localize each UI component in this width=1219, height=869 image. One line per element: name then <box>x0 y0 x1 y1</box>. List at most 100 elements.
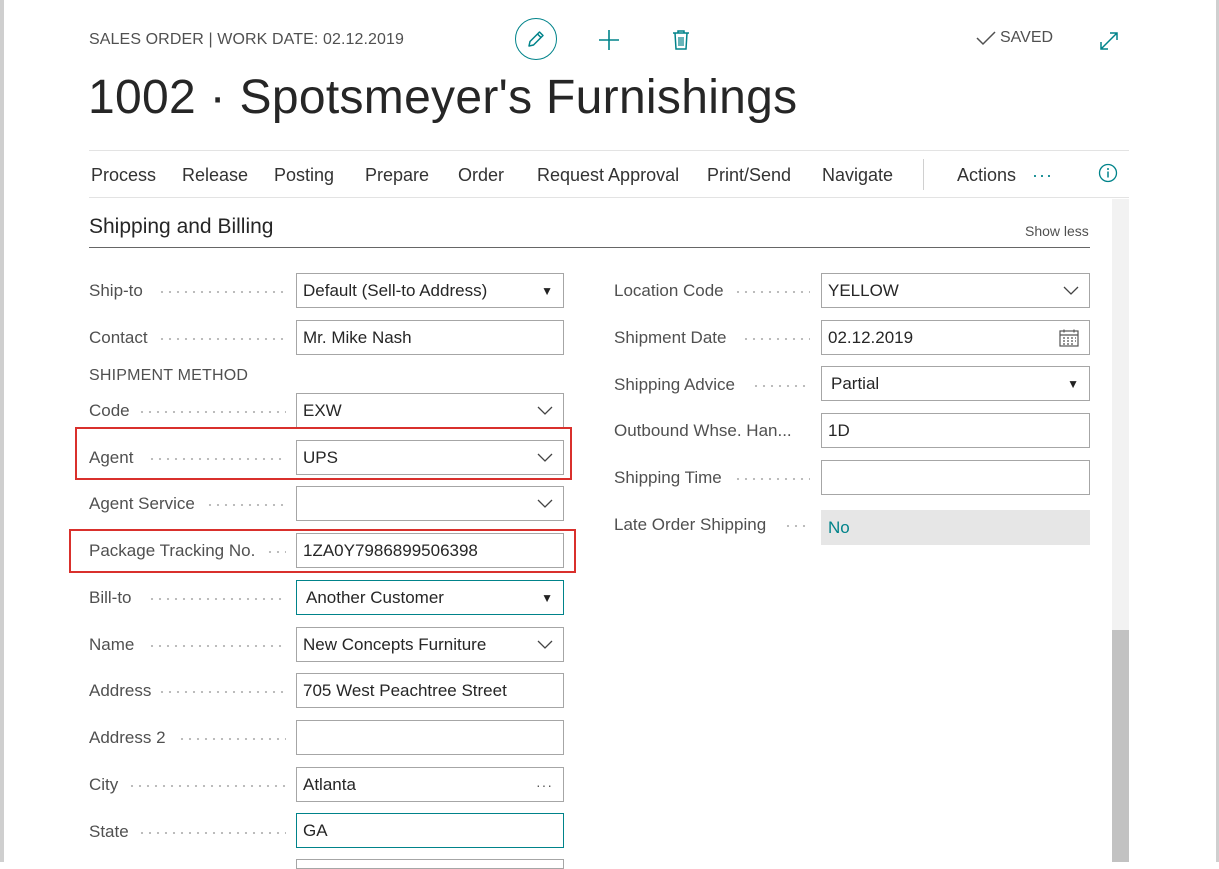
menu-process[interactable]: Process <box>91 165 156 186</box>
late-order-shipping-value: No <box>828 517 850 537</box>
bill-to-select[interactable]: Another Customer ▼ <box>296 580 564 615</box>
chevron-down-icon[interactable] <box>537 640 553 650</box>
name-label: Name <box>89 635 135 654</box>
caret-down-icon: ▼ <box>541 283 553 298</box>
outbound-whse-field[interactable]: 1D <box>821 413 1090 448</box>
new-button[interactable] <box>596 27 622 53</box>
show-less-link[interactable]: Show less <box>1025 223 1089 239</box>
contact-field[interactable]: Mr. Mike Nash <box>296 320 564 355</box>
address-label: Address <box>89 681 152 700</box>
agent-service-field[interactable] <box>296 486 564 521</box>
leader-dots <box>734 291 810 293</box>
address2-label: Address 2 <box>89 728 166 747</box>
leader-dots <box>752 385 810 387</box>
page-caption: SALES ORDER | WORK DATE: 02.12.2019 <box>89 31 405 48</box>
location-code-field[interactable]: YELLOW <box>821 273 1090 308</box>
shipping-time-label: Shipping Time <box>614 468 722 487</box>
caret-down-icon: ▼ <box>541 590 553 605</box>
menu-posting[interactable]: Posting <box>274 165 334 186</box>
state-value: GA <box>303 820 328 840</box>
highlight-box-package-tracking <box>69 529 576 573</box>
city-field[interactable]: Atlanta ··· <box>296 767 564 802</box>
address-field[interactable]: 705 West Peachtree Street <box>296 673 564 708</box>
name-value: New Concepts Furniture <box>303 634 487 654</box>
state-label: State <box>89 822 129 841</box>
action-bar: Process Release Posting Prepare Order Re… <box>89 150 1129 198</box>
ship-to-value: Default (Sell-to Address) <box>303 280 488 300</box>
chevron-down-icon[interactable] <box>1063 286 1079 296</box>
leader-dots <box>158 338 286 340</box>
leader-dots <box>158 291 286 293</box>
checkmark-icon <box>976 31 996 46</box>
expand-button[interactable] <box>1097 29 1121 53</box>
city-label: City <box>89 775 119 794</box>
address2-field[interactable] <box>296 720 564 755</box>
menu-divider <box>923 159 924 190</box>
menu-navigate[interactable]: Navigate <box>822 165 893 186</box>
leader-dots <box>138 832 286 834</box>
scrollbar-thumb[interactable] <box>1112 630 1129 862</box>
location-code-label: Location Code <box>614 281 724 300</box>
bill-to-label: Bill-to <box>89 588 132 607</box>
state-field[interactable]: GA <box>296 813 564 848</box>
next-field-partial[interactable] <box>296 859 564 869</box>
code-value: EXW <box>303 400 342 420</box>
shipping-advice-select[interactable]: Partial ▼ <box>821 366 1090 401</box>
shipping-advice-label: Shipping Advice <box>614 375 735 394</box>
section-title: Shipping and Billing <box>89 215 274 238</box>
leader-dots <box>148 598 286 600</box>
bill-to-value: Another Customer <box>306 587 444 607</box>
ship-to-select[interactable]: Default (Sell-to Address) ▼ <box>296 273 564 308</box>
menu-print-send[interactable]: Print/Send <box>707 165 791 186</box>
page-title: 1002 · Spotsmeyer's Furnishings <box>88 71 798 124</box>
ship-to-label: Ship-to <box>89 281 143 300</box>
leader-dots <box>742 338 810 340</box>
chevron-down-icon[interactable] <box>537 406 553 416</box>
contact-label: Contact <box>89 328 148 347</box>
name-field[interactable]: New Concepts Furniture <box>296 627 564 662</box>
ellipsis-icon[interactable]: ··· <box>536 777 553 793</box>
menu-release[interactable]: Release <box>182 165 248 186</box>
menu-actions[interactable]: Actions <box>957 165 1016 186</box>
shipping-advice-value: Partial <box>831 373 880 393</box>
menu-order[interactable]: Order <box>458 165 504 186</box>
shipping-time-field[interactable] <box>821 460 1090 495</box>
leader-dots <box>148 645 286 647</box>
info-icon[interactable] <box>1098 163 1118 188</box>
window-frame-left <box>0 0 4 862</box>
late-order-shipping-label: Late Order Shipping <box>614 515 767 534</box>
leader-dots <box>178 738 286 740</box>
menu-prepare[interactable]: Prepare <box>365 165 429 186</box>
expand-icon <box>1100 32 1118 50</box>
agent-service-label: Agent Service <box>89 494 195 513</box>
saved-status: SAVED <box>976 29 1053 47</box>
highlight-box-agent <box>75 427 572 480</box>
delete-button[interactable] <box>668 27 694 53</box>
shipment-date-label: Shipment Date <box>614 328 727 347</box>
late-order-shipping-value-box: No <box>821 510 1090 545</box>
shipment-date-value: 02.12.2019 <box>828 327 914 347</box>
shipment-method-heading: SHIPMENT METHOD <box>89 367 249 384</box>
leader-dots <box>206 504 286 506</box>
calendar-icon[interactable] <box>1059 329 1079 347</box>
ellipsis-icon[interactable]: ··· <box>1032 165 1053 186</box>
leader-dots <box>784 525 810 527</box>
shipment-method-code-field[interactable]: EXW <box>296 393 564 428</box>
leader-dots <box>734 478 810 480</box>
saved-label: SAVED <box>1000 29 1054 46</box>
trash-icon <box>673 30 689 50</box>
section-divider <box>89 247 1090 248</box>
outbound-whse-label: Outbound Whse. Han... <box>614 421 792 440</box>
shipment-date-field[interactable]: 02.12.2019 <box>821 320 1090 355</box>
location-code-value: YELLOW <box>828 280 899 300</box>
address-value: 705 West Peachtree Street <box>303 680 507 700</box>
chevron-down-icon[interactable] <box>537 499 553 509</box>
leader-dots <box>128 785 286 787</box>
edit-button[interactable] <box>515 18 557 60</box>
outbound-whse-value: 1D <box>828 420 850 440</box>
menu-request-approval[interactable]: Request Approval <box>537 165 679 186</box>
pencil-icon <box>528 31 544 47</box>
city-value: Atlanta <box>303 774 356 794</box>
plus-icon <box>599 30 619 50</box>
caret-down-icon: ▼ <box>1067 376 1079 391</box>
